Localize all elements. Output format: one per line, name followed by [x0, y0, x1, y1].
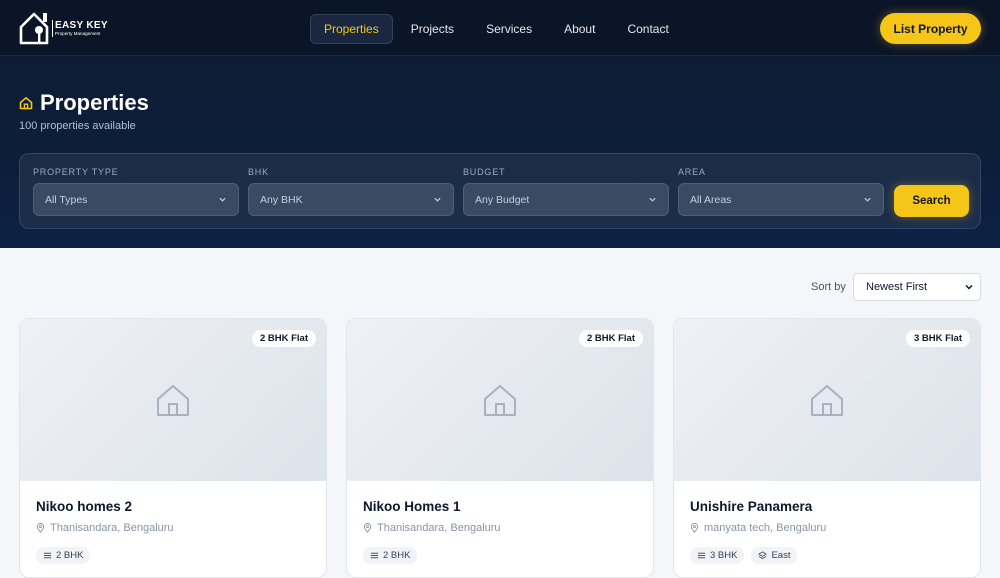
select-value: All Areas [690, 193, 732, 206]
logo-subtitle: Property Management [55, 30, 101, 36]
chip-label: East [771, 550, 791, 561]
select-value: Any BHK [260, 193, 303, 206]
logo-text: EASY KEY Property Management [52, 19, 108, 37]
filter-panel: PROPERTY TYPE All Types BHK Any BHK BUDG… [19, 153, 981, 229]
nav-item-properties[interactable]: Properties [310, 14, 393, 44]
select-value: All Types [45, 193, 88, 206]
feature-chips: 2 BHK [36, 547, 91, 564]
chevron-down-icon [864, 197, 871, 202]
filter-bhk: BHK Any BHK [248, 167, 454, 216]
list-property-button[interactable]: List Property [880, 13, 981, 44]
area-select[interactable]: All Areas [678, 183, 884, 216]
property-name[interactable]: Unishire Panamera [690, 499, 812, 514]
bed-icon [697, 552, 706, 559]
filter-label: BHK [248, 167, 269, 177]
chip-facing: East [751, 547, 798, 564]
main-menu: Properties Projects Services About Conta… [310, 14, 687, 44]
budget-select[interactable]: Any Budget [463, 183, 669, 216]
sort-label: Sort by [811, 281, 846, 293]
home-icon [19, 97, 33, 110]
filter-label: PROPERTY TYPE [33, 167, 119, 177]
property-location: manyata tech, Bengaluru [690, 522, 826, 534]
property-name[interactable]: Nikoo homes 2 [36, 499, 132, 514]
property-type-select[interactable]: All Types [33, 183, 239, 216]
page-title: Properties [40, 90, 149, 115]
logo[interactable]: EASY KEY Property Management [19, 11, 108, 45]
feature-chips: 3 BHK East [690, 547, 798, 564]
map-pin-icon [690, 523, 699, 533]
top-nav: EASY KEY Property Management Properties … [0, 0, 1000, 56]
chip-bhk: 2 BHK [36, 547, 91, 564]
bed-icon [43, 552, 52, 559]
location-text: manyata tech, Bengaluru [704, 522, 827, 534]
title-row: Properties [19, 90, 149, 116]
house-placeholder-icon [484, 385, 516, 416]
chip-bhk: 2 BHK [363, 547, 418, 564]
filter-property-type: PROPERTY TYPE All Types [33, 167, 239, 216]
property-image-placeholder: 3 BHK Flat [674, 319, 980, 481]
filter-area: AREA All Areas [678, 167, 884, 216]
bhk-select[interactable]: Any BHK [248, 183, 454, 216]
property-image-placeholder: 2 BHK Flat [347, 319, 653, 481]
filter-budget: BUDGET Any Budget [463, 167, 669, 216]
house-key-logo-icon [19, 12, 49, 45]
feature-chips: 2 BHK [363, 547, 418, 564]
sort-value: Newest First [866, 281, 928, 293]
map-pin-icon [36, 523, 45, 533]
nav-item-about[interactable]: About [550, 14, 609, 44]
property-card[interactable]: 3 BHK Flat Unishire Panamera manyata tec… [673, 318, 981, 578]
property-type-badge: 2 BHK Flat [578, 330, 643, 347]
nav-item-projects[interactable]: Projects [397, 14, 468, 44]
chip-label: 3 BHK [710, 550, 738, 561]
map-pin-icon [363, 523, 372, 533]
location-text: Thanisandara, Bengaluru [50, 522, 174, 534]
logo-title: EASY KEY [55, 19, 108, 31]
hero-section: Properties 100 properties available PROP… [0, 56, 1000, 248]
chevron-down-icon [434, 197, 441, 202]
house-placeholder-icon [811, 385, 843, 416]
nav-item-contact[interactable]: Contact [613, 14, 682, 44]
location-text: Thanisandara, Bengaluru [377, 522, 501, 534]
filter-label: BUDGET [463, 167, 506, 177]
chevron-down-icon [219, 197, 226, 202]
chevron-down-icon [649, 197, 656, 202]
compass-icon [758, 551, 768, 560]
property-type-badge: 3 BHK Flat [905, 330, 970, 347]
bed-icon [370, 552, 379, 559]
property-location: Thanisandara, Bengaluru [36, 522, 174, 534]
chevron-down-icon [965, 284, 973, 290]
filter-label: AREA [678, 167, 706, 177]
property-location: Thanisandara, Bengaluru [363, 522, 501, 534]
property-card[interactable]: 2 BHK Flat Nikoo Homes 1 Thanisandara, B… [346, 318, 654, 578]
search-button[interactable]: Search [894, 185, 969, 217]
chip-label: 2 BHK [56, 550, 84, 561]
house-placeholder-icon [157, 385, 189, 416]
chip-bhk: 3 BHK [690, 547, 745, 564]
sort-select[interactable]: Newest First [853, 273, 981, 301]
select-value: Any Budget [475, 193, 530, 206]
nav-item-services[interactable]: Services [472, 14, 546, 44]
property-card[interactable]: 2 BHK Flat Nikoo homes 2 Thanisandara, B… [19, 318, 327, 578]
property-name[interactable]: Nikoo Homes 1 [363, 499, 461, 514]
property-type-badge: 2 BHK Flat [251, 330, 316, 347]
property-image-placeholder: 2 BHK Flat [20, 319, 326, 481]
chip-label: 2 BHK [383, 550, 411, 561]
property-count: 100 properties available [19, 120, 136, 132]
